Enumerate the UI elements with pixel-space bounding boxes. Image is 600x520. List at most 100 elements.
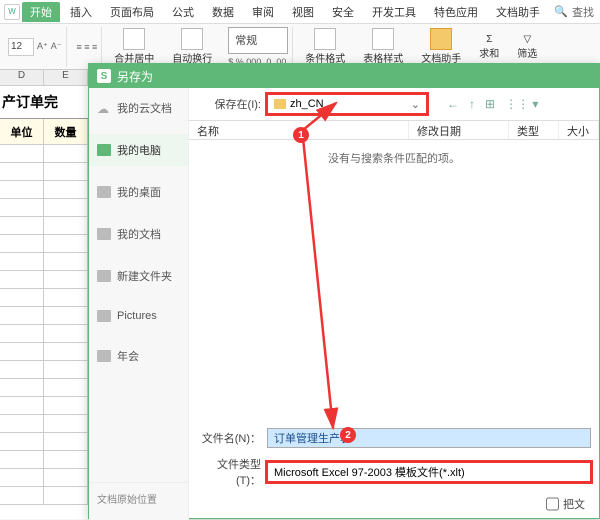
filter-label: 筛选 <box>517 45 537 60</box>
nav-view-icon[interactable]: ⋮⋮ ▾ <box>505 97 538 111</box>
worksheet[interactable]: D E 产订单完 单位 数量 <box>0 70 88 519</box>
save-as-new-label: 把文 <box>563 496 585 512</box>
sum-button[interactable]: Σ 求和 <box>473 32 505 62</box>
table-row[interactable] <box>0 451 88 469</box>
sidebar-item-pictures[interactable]: Pictures <box>89 302 188 330</box>
font-increase[interactable]: A⁺ <box>37 41 48 52</box>
save-as-dialog: S 另存为 我的云文档 我的电脑 我的桌面 我的文档 <box>88 63 600 519</box>
table-row[interactable] <box>0 343 88 361</box>
align-group: ≡ ≡ ≡ <box>73 27 103 67</box>
sidebar-item-desktop[interactable]: 我的桌面 <box>89 176 188 208</box>
table-row[interactable] <box>0 487 88 505</box>
menu-bar: W 开始 插入 页面布局 公式 数据 审阅 视图 安全 开发工具 特色应用 文档… <box>0 0 600 24</box>
font-decrease[interactable]: A⁻ <box>51 41 62 52</box>
nav-icons: ← ↑ ⊞ ⋮⋮ ▾ <box>447 97 538 111</box>
nav-newfolder-icon[interactable]: ⊞ <box>485 97 495 111</box>
doc-helper-button[interactable]: 文档助手 <box>415 26 467 67</box>
table-row[interactable] <box>0 433 88 451</box>
table-row[interactable] <box>0 325 88 343</box>
filename-input[interactable]: 订单管理生产表 <box>267 428 591 448</box>
sidebar-item-docs[interactable]: 我的文档 <box>89 218 188 250</box>
header-unit[interactable]: 单位 <box>0 119 44 144</box>
doc-helper-icon <box>430 28 452 50</box>
menu-tab-insert[interactable]: 插入 <box>62 2 100 22</box>
table-row[interactable] <box>0 469 88 487</box>
dialog-titlebar[interactable]: S 另存为 <box>89 64 599 88</box>
cond-format-button[interactable]: 条件格式 <box>299 26 351 67</box>
menu-tab-review[interactable]: 审阅 <box>244 2 282 22</box>
menu-search[interactable]: 🔍 查找 <box>554 4 600 20</box>
table-row[interactable] <box>0 271 88 289</box>
merge-icon <box>123 28 145 50</box>
save-in-label: 保存在(I): <box>197 96 261 112</box>
file-list-header: 名称 修改日期 类型 大小 <box>189 120 599 140</box>
dialog-bottom: 文件名(N)： 订单管理生产表 文件类型(T)： Microsoft Excel… <box>189 424 599 520</box>
table-row[interactable] <box>0 217 88 235</box>
table-row[interactable] <box>0 415 88 433</box>
table-row[interactable] <box>0 199 88 217</box>
filter-button[interactable]: ▽ 筛选 <box>511 32 543 62</box>
pc-icon <box>97 144 111 156</box>
folder-icon <box>97 270 111 282</box>
menu-tab-start[interactable]: 开始 <box>22 2 60 22</box>
col-name[interactable]: 名称 <box>189 121 409 139</box>
nav-up-icon[interactable]: ↑ <box>469 97 475 111</box>
table-row[interactable] <box>0 289 88 307</box>
align-icons[interactable]: ≡ ≡ ≡ <box>77 42 98 52</box>
menu-tab-formula[interactable]: 公式 <box>164 2 202 22</box>
col-head-d[interactable]: D <box>0 70 44 85</box>
nav-back-icon[interactable]: ← <box>447 97 459 111</box>
menu-tab-view[interactable]: 视图 <box>284 2 322 22</box>
sidebar-item-cloud[interactable]: 我的云文档 <box>89 92 188 124</box>
merge-center-button[interactable]: 合并居中 <box>108 26 160 67</box>
col-type[interactable]: 类型 <box>509 121 559 139</box>
sidebar-label-pictures: Pictures <box>117 310 157 322</box>
number-group: 常规 $ % 000 .0 .00 <box>224 27 293 67</box>
table-row[interactable] <box>0 235 88 253</box>
table-row[interactable] <box>0 379 88 397</box>
menu-tab-layout[interactable]: 页面布局 <box>102 2 162 22</box>
header-qty[interactable]: 数量 <box>44 119 88 144</box>
menu-tab-apps[interactable]: 特色应用 <box>426 2 486 22</box>
wps-logo-icon: W <box>4 4 20 20</box>
sidebar-label-docs: 我的文档 <box>117 226 161 242</box>
filetype-dropdown[interactable]: Microsoft Excel 97-2003 模板文件(*.xlt) <box>267 462 591 482</box>
save-as-new-checkbox[interactable] <box>546 496 559 512</box>
wrap-text-button[interactable]: 自动换行 <box>166 26 218 67</box>
table-row[interactable] <box>0 307 88 325</box>
number-format-select[interactable]: 常规 <box>228 27 288 54</box>
sum-icon: Σ <box>486 34 492 45</box>
header-row: 单位 数量 <box>0 119 88 145</box>
table-row[interactable] <box>0 163 88 181</box>
sidebar-label-meeting: 年会 <box>117 348 139 364</box>
sheet-title-cell[interactable]: 产订单完 <box>0 86 88 119</box>
filetype-label: 文件类型(T)： <box>197 456 261 488</box>
col-head-e[interactable]: E <box>44 70 88 85</box>
col-date[interactable]: 修改日期 <box>409 121 509 139</box>
table-style-button[interactable]: 表格样式 <box>357 26 409 67</box>
table-row[interactable] <box>0 361 88 379</box>
table-style-icon <box>372 28 394 50</box>
menu-tab-data[interactable]: 数据 <box>204 2 242 22</box>
sidebar-item-newfolder[interactable]: 新建文件夹 <box>89 260 188 292</box>
table-row[interactable] <box>0 181 88 199</box>
table-row[interactable] <box>0 397 88 415</box>
dialog-sidebar: 我的云文档 我的电脑 我的桌面 我的文档 新建文件夹 <box>89 88 189 520</box>
col-size[interactable]: 大小 <box>559 121 599 139</box>
folder-icon <box>274 99 286 109</box>
sidebar-origin-link[interactable]: 文档原始位置 <box>89 482 188 514</box>
font-size-input[interactable]: 12 <box>8 38 34 56</box>
menu-tab-helper[interactable]: 文档助手 <box>488 2 548 22</box>
table-row[interactable] <box>0 145 88 163</box>
folder-icon <box>97 350 111 362</box>
location-dropdown[interactable]: zh_CN ⌄ <box>267 94 427 114</box>
sidebar-item-pc[interactable]: 我的电脑 <box>89 134 188 166</box>
sum-label: 求和 <box>479 45 499 60</box>
menu-tab-security[interactable]: 安全 <box>324 2 362 22</box>
search-icon: 🔍 <box>554 5 568 18</box>
table-row[interactable] <box>0 253 88 271</box>
sidebar-item-meeting[interactable]: 年会 <box>89 340 188 372</box>
file-list-body[interactable]: 没有与搜索条件匹配的项。 <box>189 140 599 424</box>
menu-tab-dev[interactable]: 开发工具 <box>364 2 424 22</box>
folder-icon <box>97 228 111 240</box>
